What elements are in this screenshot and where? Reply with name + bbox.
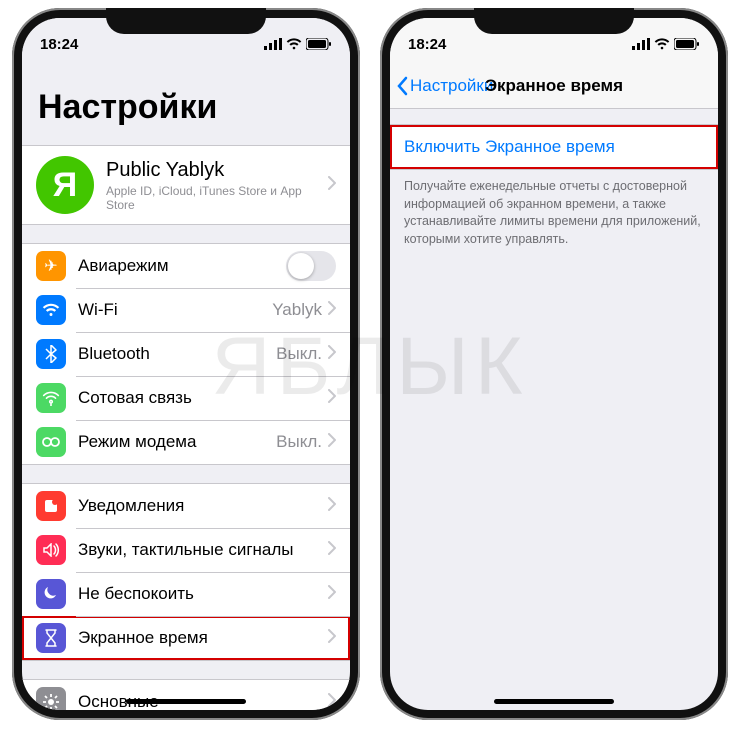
status-icons [264, 38, 332, 50]
wifi-settings-icon [36, 295, 66, 325]
status-icons [632, 38, 700, 50]
settings-scroll[interactable]: Настройки Я Public Yablyk Apple ID, iClo… [22, 58, 350, 710]
chevron-right-icon [328, 629, 336, 648]
chevron-right-icon [328, 693, 336, 711]
hotspot-detail: Выкл. [276, 432, 322, 452]
chevron-right-icon [328, 585, 336, 604]
airplane-label: Авиарежим [78, 256, 286, 276]
chevron-right-icon [328, 497, 336, 516]
general-icon [36, 687, 66, 710]
stage: 18:24 Настройки Я Public Yablyk Apple ID… [0, 0, 740, 728]
enable-screentime-button[interactable]: Включить Экранное время [390, 124, 718, 170]
battery-icon [674, 38, 700, 50]
dnd-row[interactable]: Не беспокоить [22, 572, 350, 616]
chevron-left-icon [396, 76, 408, 96]
apple-id-row[interactable]: Я Public Yablyk Apple ID, iCloud, iTunes… [22, 146, 350, 224]
notch [106, 8, 266, 34]
chevron-right-icon [328, 389, 336, 408]
home-indicator[interactable] [494, 699, 614, 704]
signal-icon [264, 38, 282, 50]
sounds-label: Звуки, тактильные сигналы [78, 540, 328, 560]
profile-name: Public Yablyk [106, 159, 328, 182]
screentime-icon [36, 623, 66, 653]
page-title: Настройки [22, 58, 350, 137]
phone-right: 18:24 Настройки Экранное время Включить … [380, 8, 728, 720]
signal-icon [632, 38, 650, 50]
chevron-right-icon [328, 541, 336, 560]
usage-group: Уведомления Звуки, тактильные сигналы Не… [22, 483, 350, 661]
profile-text: Public Yablyk Apple ID, iCloud, iTunes S… [106, 159, 328, 212]
chevron-right-icon [328, 301, 336, 320]
profile-sub: Apple ID, iCloud, iTunes Store и App Sto… [106, 184, 328, 212]
hotspot-row[interactable]: Режим модема Выкл. [22, 420, 350, 464]
chevron-right-icon [328, 345, 336, 364]
bluetooth-label: Bluetooth [78, 344, 276, 364]
wifi-label: Wi-Fi [78, 300, 272, 320]
notifications-row[interactable]: Уведомления [22, 484, 350, 528]
notifications-icon [36, 491, 66, 521]
cellular-label: Сотовая связь [78, 388, 328, 408]
status-time: 18:24 [40, 36, 78, 53]
wifi-detail: Yablyk [272, 300, 322, 320]
avatar: Я [36, 156, 94, 214]
screentime-label: Экранное время [78, 628, 328, 648]
screen-screentime: 18:24 Настройки Экранное время Включить … [390, 18, 718, 710]
profile-group: Я Public Yablyk Apple ID, iCloud, iTunes… [22, 145, 350, 225]
wifi-icon [286, 38, 302, 50]
wifi-icon [654, 38, 670, 50]
cellular-icon [36, 383, 66, 413]
bluetooth-icon [36, 339, 66, 369]
home-indicator[interactable] [126, 699, 246, 704]
screentime-row[interactable]: Экранное время [22, 616, 350, 660]
back-label: Настройки [410, 76, 493, 96]
dnd-label: Не беспокоить [78, 584, 328, 604]
sounds-row[interactable]: Звуки, тактильные сигналы [22, 528, 350, 572]
bluetooth-row[interactable]: Bluetooth Выкл. [22, 332, 350, 376]
phone-left: 18:24 Настройки Я Public Yablyk Apple ID… [12, 8, 360, 720]
dnd-icon [36, 579, 66, 609]
wifi-row[interactable]: Wi-Fi Yablyk [22, 288, 350, 332]
cellular-row[interactable]: Сотовая связь [22, 376, 350, 420]
battery-icon [306, 38, 332, 50]
airplane-row[interactable]: ✈ Авиарежим [22, 244, 350, 288]
hotspot-label: Режим модема [78, 432, 276, 452]
chevron-right-icon [328, 176, 336, 195]
bluetooth-detail: Выкл. [276, 344, 322, 364]
notch [474, 8, 634, 34]
chevron-right-icon [328, 433, 336, 452]
airplane-toggle[interactable] [286, 251, 336, 281]
screentime-scroll[interactable]: Включить Экранное время Получайте еженед… [390, 102, 718, 710]
notifications-label: Уведомления [78, 496, 328, 516]
screentime-footer: Получайте еженедельные отчеты с достовер… [390, 170, 718, 256]
general-row[interactable]: Основные [22, 680, 350, 710]
status-time: 18:24 [408, 36, 446, 53]
airplane-icon: ✈ [36, 251, 66, 281]
system-group: Основные Пункт управления AA Экран и ярк… [22, 679, 350, 710]
network-group: ✈ Авиарежим Wi-Fi Yablyk Bluetooth Выкл. [22, 243, 350, 465]
back-button[interactable]: Настройки [390, 76, 493, 96]
screen-settings: 18:24 Настройки Я Public Yablyk Apple ID… [22, 18, 350, 710]
hotspot-icon [36, 427, 66, 457]
sounds-icon [36, 535, 66, 565]
